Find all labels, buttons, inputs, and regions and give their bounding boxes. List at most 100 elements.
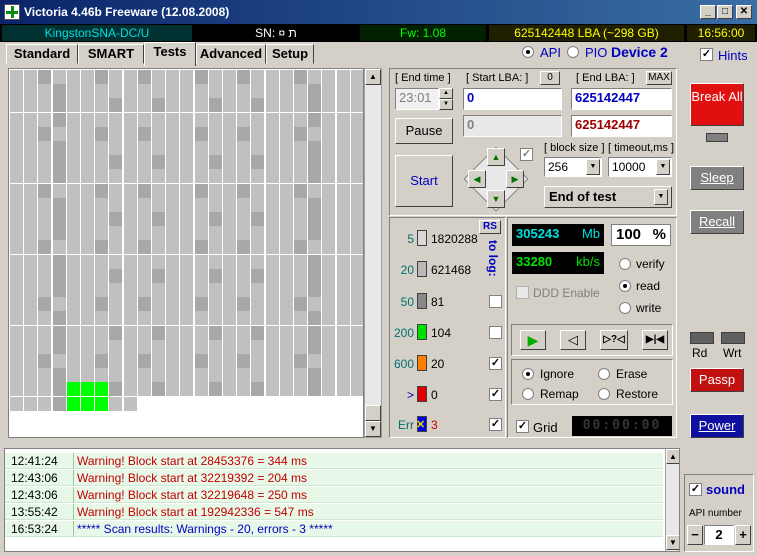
grid-block <box>66 382 80 397</box>
pause-button[interactable]: Pause <box>395 118 453 144</box>
mb-value: 305243 <box>516 226 560 241</box>
grid-block <box>123 98 137 113</box>
play-backward-button[interactable]: ◁ <box>560 330 586 350</box>
log-scroll-up[interactable]: ▲ <box>666 449 679 464</box>
end-lba-max-button[interactable]: MAX <box>646 71 672 85</box>
pio-radio[interactable] <box>567 46 579 58</box>
grid-block <box>109 283 123 297</box>
activity-led <box>706 133 728 142</box>
end-time-down[interactable]: ▼ <box>439 99 453 110</box>
grid-block <box>308 283 322 297</box>
grid-block <box>24 70 38 84</box>
window-title: Victoria 4.46b Freeware (12.08.2008) <box>24 5 230 19</box>
tab-advanced[interactable]: Advanced <box>196 44 266 64</box>
scroll-up-button[interactable]: ▲ <box>365 69 381 85</box>
scroll-thumb[interactable] <box>365 405 381 421</box>
break-all-button[interactable]: Break All <box>690 83 744 126</box>
minimize-button[interactable]: _ <box>700 5 716 19</box>
grid-block <box>152 283 165 297</box>
grid-block <box>322 339 336 354</box>
write-radio[interactable] <box>619 302 631 314</box>
grid-checkbox[interactable]: ✓ <box>516 420 529 433</box>
tab-tests[interactable]: Tests <box>144 42 196 66</box>
random-seek-button[interactable]: ▷?◁ <box>600 330 628 350</box>
sound-checkbox[interactable]: ✓ <box>689 483 702 496</box>
read-radio[interactable] <box>619 280 631 292</box>
grid-block <box>137 354 151 368</box>
butterfly-button[interactable]: ▶|◀ <box>642 330 668 350</box>
log-scrollbar[interactable]: ▲ ▼ <box>665 449 679 551</box>
grid-block <box>294 155 307 170</box>
grid-block <box>180 339 194 354</box>
grid-scrollbar[interactable]: ▲ ▼ <box>364 68 382 438</box>
end-action-dropdown[interactable]: ▼ <box>654 189 668 205</box>
start-lba-zero-button[interactable]: 0 <box>540 71 560 85</box>
grid-block <box>265 112 279 127</box>
grid-block <box>109 325 123 340</box>
erase-radio[interactable] <box>598 368 610 380</box>
timeout-dropdown[interactable]: ▼ <box>656 159 670 175</box>
play-forward-button[interactable]: ▶ <box>520 330 546 350</box>
grid-block <box>123 141 137 155</box>
api-radio[interactable] <box>522 46 534 58</box>
recall-button[interactable]: Recall <box>690 210 744 234</box>
log-checkbox[interactable] <box>489 326 502 339</box>
log-checkbox[interactable]: ✓ <box>489 388 502 401</box>
reset-stats-button[interactable]: RS <box>479 220 501 234</box>
grid-block <box>166 368 180 383</box>
pad-right-button[interactable]: ▶ <box>506 170 524 188</box>
tab-setup[interactable]: Setup <box>266 44 314 64</box>
grid-block <box>265 98 279 113</box>
ignore-radio[interactable] <box>522 368 534 380</box>
pad-down-button[interactable]: ▼ <box>487 190 505 208</box>
tab-standard[interactable]: Standard <box>6 44 78 64</box>
grid-block <box>279 254 293 269</box>
log-checkbox[interactable]: ✓ <box>489 418 502 431</box>
end-lba-field[interactable]: 625142447 <box>571 88 672 110</box>
restore-radio[interactable] <box>598 388 610 400</box>
end-action-select[interactable]: End of test <box>544 186 672 208</box>
grid-block <box>322 297 336 312</box>
grid-block <box>194 311 208 326</box>
start-lba-field[interactable]: 0 <box>463 88 562 110</box>
end-time-up[interactable]: ▲ <box>439 88 453 99</box>
hints-checkbox[interactable]: ✓ <box>700 48 713 61</box>
timeout-label: [ timeout,ms ] <box>608 142 675 154</box>
log-checkbox[interactable]: ✓ <box>489 357 502 370</box>
passp-button[interactable]: Passp <box>690 368 744 392</box>
grid-block <box>38 98 52 113</box>
grid-block <box>152 226 165 241</box>
api-number-decrement[interactable]: − <box>687 525 703 545</box>
sleep-button[interactable]: Sleep <box>690 166 744 190</box>
grid-block <box>322 354 336 368</box>
pad-up-button[interactable]: ▲ <box>487 148 505 166</box>
tab-smart[interactable]: SMART <box>78 44 144 64</box>
remap-radio[interactable] <box>522 388 534 400</box>
power-button[interactable]: Power <box>690 414 744 438</box>
grid-block <box>95 268 109 283</box>
stat-count: 621468 <box>431 263 472 277</box>
grid-block <box>95 325 109 340</box>
pad-left-button[interactable]: ◀ <box>468 170 486 188</box>
grid-block <box>294 212 307 226</box>
grid-block <box>251 112 265 127</box>
scroll-down-button[interactable]: ▼ <box>365 421 381 437</box>
maximize-button[interactable]: □ <box>717 5 733 19</box>
ddd-enable-checkbox[interactable] <box>516 286 529 299</box>
grid-block <box>95 396 109 411</box>
close-button[interactable]: ✕ <box>736 5 752 19</box>
pad-checkbox[interactable]: ✓ <box>520 148 533 161</box>
api-number-increment[interactable]: + <box>735 525 751 545</box>
grid-block <box>24 84 38 99</box>
log-scroll-down[interactable]: ▼ <box>666 535 679 550</box>
api-number-field[interactable]: 2 <box>704 525 734 545</box>
block-size-dropdown[interactable]: ▼ <box>586 159 600 175</box>
grid-block <box>350 169 363 184</box>
grid-block <box>223 155 236 170</box>
start-button[interactable]: Start <box>395 155 453 207</box>
verify-radio[interactable] <box>619 258 631 270</box>
end-time-field[interactable]: 23:01 <box>395 88 439 110</box>
grid-block <box>166 84 180 99</box>
grid-block <box>237 141 251 155</box>
log-checkbox[interactable] <box>489 295 502 308</box>
